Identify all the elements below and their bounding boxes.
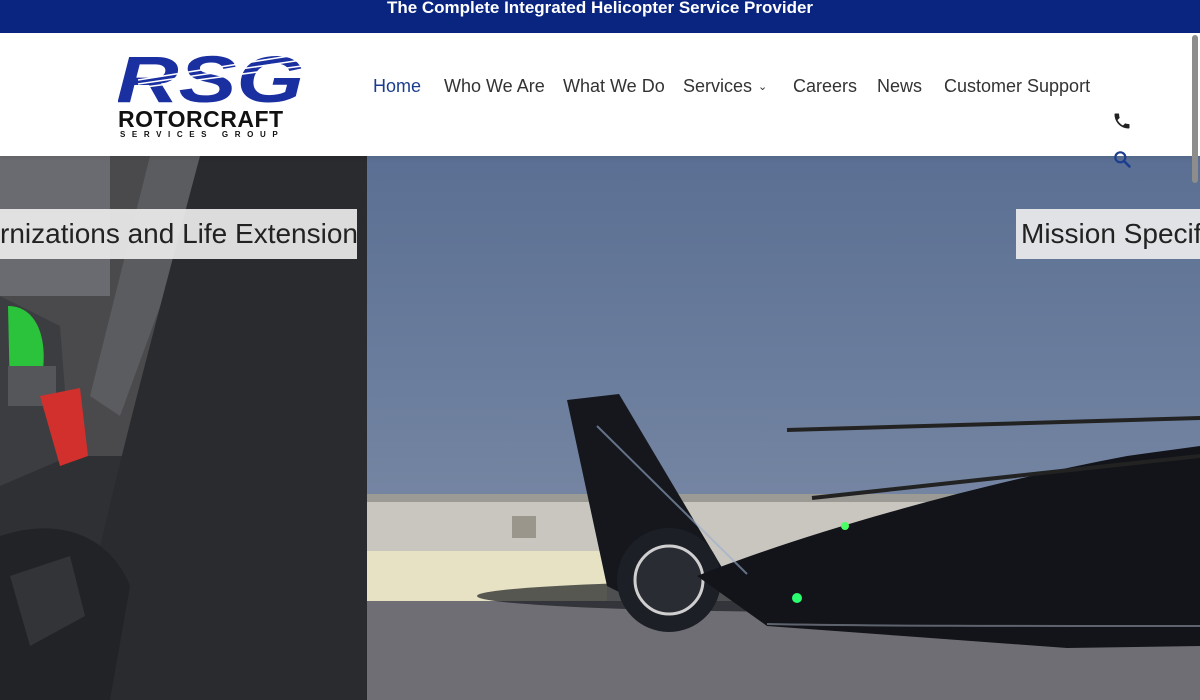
- top-tagline-bar: The Complete Integrated Helicopter Servi…: [0, 0, 1200, 33]
- scrollbar-thumb[interactable]: [1192, 35, 1198, 183]
- site-header: RSG ROTORCRAFT SERVICES GROUP Home Who W…: [0, 33, 1200, 168]
- logo-rotorcraft-text: ROTORCRAFT: [118, 106, 284, 132]
- nav-news[interactable]: News: [877, 76, 922, 97]
- rsg-logo-mark: RSG: [118, 48, 302, 104]
- chevron-down-icon: ⌄: [758, 81, 768, 93]
- tagline-text: The Complete Integrated Helicopter Servi…: [386, 0, 814, 17]
- nav-services[interactable]: Services ⌄: [683, 76, 767, 97]
- nav-services-label: Services: [683, 76, 753, 96]
- search-icon[interactable]: [1112, 149, 1132, 169]
- rsg-logo-mark-text: RSG: [118, 48, 302, 104]
- nav-home[interactable]: Home: [373, 76, 421, 97]
- nav-customer-support[interactable]: Customer Support: [944, 76, 1090, 97]
- nav-careers[interactable]: Careers: [793, 76, 857, 97]
- rsg-logo[interactable]: RSG ROTORCRAFT SERVICES GROUP: [118, 48, 302, 140]
- nav-what-we-do[interactable]: What We Do: [563, 76, 665, 97]
- slide-caption-right: Mission Specif: [1016, 209, 1200, 259]
- hero-slider[interactable]: rnizations and Life Extension Mission Sp…: [0, 156, 1200, 700]
- page-scrollbar[interactable]: [1190, 33, 1200, 700]
- logo-services-group-text: SERVICES GROUP: [120, 130, 285, 139]
- nav-who-we-are[interactable]: Who We Are: [444, 76, 545, 97]
- slide-caption-left: rnizations and Life Extension: [0, 209, 357, 259]
- phone-icon[interactable]: [1112, 111, 1132, 131]
